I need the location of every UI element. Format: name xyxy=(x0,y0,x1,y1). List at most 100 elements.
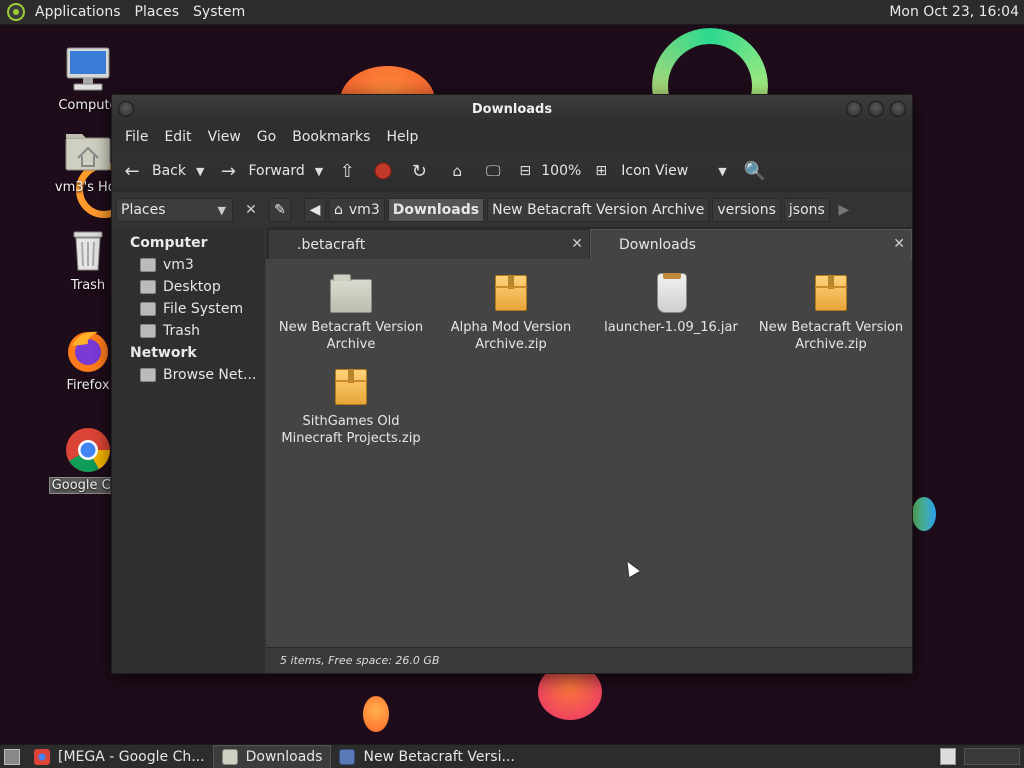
close-sidebar-icon[interactable]: ✕ xyxy=(241,200,261,220)
system-menu[interactable]: System xyxy=(186,0,252,25)
task-downloads[interactable]: Downloads xyxy=(212,744,332,768)
forward-button[interactable]: → Forward xyxy=(216,159,305,183)
desktop-icon-label: Trash xyxy=(70,278,106,293)
sidebar-item-file-system[interactable]: File System xyxy=(112,298,265,320)
places-combo-label: Places xyxy=(121,201,166,218)
maximize-button[interactable] xyxy=(868,101,884,117)
menu-help[interactable]: Help xyxy=(378,129,426,145)
breadcrumb-archive[interactable]: New Betacraft Version Archive xyxy=(487,197,710,222)
sidebar-item-desktop[interactable]: Desktop xyxy=(112,276,265,298)
search-button[interactable]: 🔍 xyxy=(743,159,767,183)
chevron-down-icon: ▼ xyxy=(217,203,226,217)
clock[interactable]: Mon Oct 23, 16:04 xyxy=(884,0,1024,25)
back-label: Back xyxy=(152,163,186,179)
close-button[interactable] xyxy=(890,101,906,117)
computer-button[interactable]: 🖵 xyxy=(481,159,505,183)
menu-file[interactable]: File xyxy=(117,129,156,145)
breadcrumb-versions[interactable]: versions xyxy=(712,197,781,222)
menu-edit[interactable]: Edit xyxy=(156,129,199,145)
back-history-dropdown[interactable]: ▼ xyxy=(190,165,212,178)
home-folder-icon xyxy=(140,258,156,272)
breadcrumb-downloads[interactable]: Downloads xyxy=(387,197,485,222)
firefox-icon xyxy=(64,326,112,374)
sidebar-item-label: vm3 xyxy=(163,257,194,273)
task-chrome[interactable]: [MEGA - Google Ch... xyxy=(26,745,213,768)
breadcrumb-jsons[interactable]: jsons xyxy=(783,197,830,222)
menu-go[interactable]: Go xyxy=(249,129,284,145)
zoom-out-icon: ⊟ xyxy=(519,163,532,179)
launcher-icon xyxy=(339,748,356,765)
file-item[interactable]: SithGames Old Minecraft Projects.zip xyxy=(271,365,431,447)
zoom-in-button[interactable]: ⊞ xyxy=(589,159,613,183)
places-combo[interactable]: Places ▼ xyxy=(116,197,233,222)
tab-bar: .betacraft ✕ Downloads ✕ xyxy=(266,227,912,259)
drive-icon xyxy=(140,302,156,316)
places-sidebar: Computer vm3 Desktop File System Trash N… xyxy=(112,227,265,673)
sidebar-item-browse-network[interactable]: Browse Net... xyxy=(112,364,265,386)
task-betacraft[interactable]: New Betacraft Versi... xyxy=(331,745,522,768)
file-manager-window: Downloads File Edit View Go Bookmarks He… xyxy=(111,94,913,674)
breadcrumb-label: vm3 xyxy=(348,201,380,218)
trash-icon xyxy=(64,226,112,274)
places-menu[interactable]: Places xyxy=(128,0,187,25)
file-item[interactable]: New Betacraft Version Archive.zip xyxy=(751,271,911,353)
menu-view[interactable]: View xyxy=(200,129,249,145)
sidebar-item-vm3[interactable]: vm3 xyxy=(112,254,265,276)
stop-button[interactable] xyxy=(371,159,395,183)
chevron-down-icon: ▼ xyxy=(314,164,324,178)
tab-downloads[interactable]: Downloads ✕ xyxy=(590,229,912,259)
show-desktop-icon[interactable] xyxy=(4,748,20,765)
trash-icon xyxy=(140,324,156,338)
up-arrow-icon: ⇧ xyxy=(339,160,355,182)
toolbar: ← Back ▼ → Forward ▼ ⇧ ↻ ⌂ 🖵 ⊟ 100% ⊞ Ic… xyxy=(112,151,912,191)
jar-file-icon xyxy=(651,271,691,313)
home-button[interactable]: ⌂ xyxy=(445,159,469,183)
applications-menu[interactable]: Applications xyxy=(28,0,128,25)
file-name: New Betacraft Version Archive xyxy=(278,320,424,352)
tab-betacraft[interactable]: .betacraft ✕ xyxy=(268,229,590,259)
tab-label: Downloads xyxy=(619,236,696,253)
workspace-2[interactable] xyxy=(964,748,1020,765)
zoom-level[interactable]: 100% xyxy=(541,163,581,179)
sidebar-section-network: Network xyxy=(130,345,197,361)
reload-button[interactable]: ↻ xyxy=(407,159,431,183)
file-item[interactable]: launcher-1.09_16.jar xyxy=(591,271,751,336)
close-icon[interactable]: ✕ xyxy=(893,236,905,252)
search-icon: 🔍 xyxy=(743,160,766,182)
status-text: 5 items, Free space: 26.0 GB xyxy=(280,654,440,667)
sidebar-item-label: Trash xyxy=(163,323,200,339)
sidebar-item-label: Browse Net... xyxy=(163,367,257,383)
task-label: Downloads xyxy=(245,748,323,765)
zoom-in-icon: ⊞ xyxy=(595,163,608,179)
back-button[interactable]: ← Back xyxy=(120,159,186,183)
file-item[interactable]: New Betacraft Version Archive xyxy=(271,271,431,353)
view-mode-select[interactable]: Icon View ▼ xyxy=(621,163,734,179)
up-button[interactable]: ⇧ xyxy=(335,159,359,183)
breadcrumb-left-arrow[interactable]: ◀ xyxy=(304,197,326,222)
forward-history-dropdown[interactable]: ▼ xyxy=(309,165,331,178)
sidebar-item-label: File System xyxy=(163,301,244,317)
content-area: Computer vm3 Desktop File System Trash N… xyxy=(112,227,912,673)
top-panel: Applications Places System Mon Oct 23, 1… xyxy=(0,0,1024,25)
desktop-icon-label: Compute xyxy=(58,98,118,113)
minimize-button[interactable] xyxy=(846,101,862,117)
zoom-out-button[interactable]: ⊟ xyxy=(513,159,537,183)
file-item[interactable]: Alpha Mod Version Archive.zip xyxy=(431,271,591,353)
file-view[interactable]: New Betacraft Version Archive Alpha Mod … xyxy=(266,259,912,647)
title-bar[interactable]: Downloads xyxy=(112,95,912,123)
desktop-folder-icon xyxy=(140,280,156,294)
file-name: launcher-1.09_16.jar xyxy=(604,320,738,335)
home-icon: ⌂ xyxy=(334,201,343,218)
breadcrumb-vm3[interactable]: ⌂ vm3 xyxy=(329,197,385,222)
edit-location-icon[interactable]: ✎ xyxy=(269,197,291,222)
menu-bookmarks[interactable]: Bookmarks xyxy=(284,129,378,145)
sidebar-item-trash[interactable]: Trash xyxy=(112,320,265,342)
breadcrumb-right-arrow[interactable]: ▶ xyxy=(833,198,855,222)
zip-archive-icon xyxy=(811,271,851,313)
window-menu-icon[interactable] xyxy=(118,101,134,117)
workspace-1[interactable] xyxy=(940,748,956,765)
home-icon: ⌂ xyxy=(452,162,463,180)
close-icon[interactable]: ✕ xyxy=(571,236,583,252)
stop-icon xyxy=(371,159,395,183)
distro-logo-icon[interactable] xyxy=(7,3,25,21)
